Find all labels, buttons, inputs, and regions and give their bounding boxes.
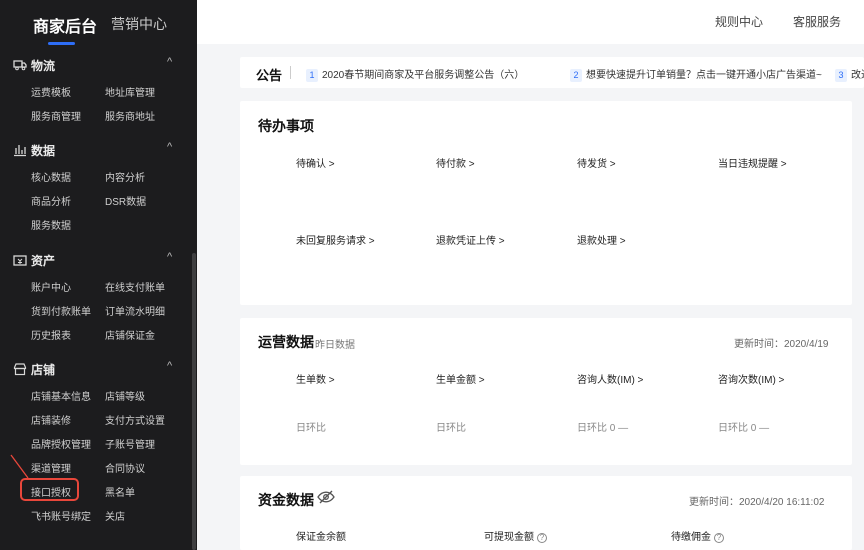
tab-marketing-center[interactable]: 营销中心	[111, 14, 167, 34]
funds-metric-label: 可提现金额	[484, 532, 534, 543]
funds-metric-label: 待缴佣金	[671, 532, 711, 543]
eye-off-icon[interactable]	[317, 490, 335, 504]
sidebar-item[interactable]: 店铺保证金	[105, 327, 155, 342]
notice-number: 1	[306, 69, 318, 82]
sidebar-item[interactable]: 黑名单	[105, 484, 135, 499]
funds-card: 资金数据 更新时间：2020/4/20 16:11:02 保证金余额 可提现金额…	[240, 476, 852, 550]
notice-text: 改进	[851, 70, 864, 81]
help-icon[interactable]: ?	[714, 533, 724, 543]
annotation-arrow	[10, 454, 29, 479]
funds-metric-deposit: 保证金余额	[296, 532, 346, 543]
sidebar-item[interactable]: 店铺基本信息	[31, 388, 91, 403]
sidebar-item[interactable]: 合同协议	[105, 460, 145, 475]
ops-updated-time: 更新时间：2020/4/19	[734, 339, 829, 350]
top-bar: 规则中心 客服服务	[197, 0, 864, 44]
chevron-up-icon[interactable]: ^	[167, 56, 172, 68]
ops-metric[interactable]: 生单数 >	[296, 371, 335, 386]
ops-card: 运营数据 昨日数据 更新时间：2020/4/19 生单数 > 生单金额 > 咨询…	[240, 318, 852, 465]
todo-link[interactable]: 待付款 >	[436, 155, 475, 170]
funds-updated-time: 更新时间：2020/4/20 16:11:02	[689, 497, 825, 508]
sidebar-item[interactable]: 订单流水明细	[105, 303, 165, 318]
funds-title: 资金数据	[258, 492, 314, 508]
todo-link[interactable]: 未回复服务请求 >	[296, 232, 375, 247]
chevron-up-icon[interactable]: ^	[167, 251, 172, 263]
divider	[290, 66, 291, 79]
sidebar-item[interactable]: 内容分析	[105, 169, 145, 184]
todo-link[interactable]: 退款凭证上传 >	[436, 232, 505, 247]
funds-metric-commission: 待缴佣金?	[671, 528, 724, 543]
rules-center-link[interactable]: 规则中心	[715, 13, 763, 30]
chevron-up-icon[interactable]: ^	[167, 141, 172, 153]
chevron-up-icon[interactable]: ^	[167, 360, 172, 372]
sidebar-item[interactable]: 货到付款账单	[31, 303, 91, 318]
sidebar-item[interactable]: 飞书账号绑定	[31, 508, 91, 523]
notice-item[interactable]: 2 想要快速提升订单销量？点击一键开通小店广告渠道~	[570, 66, 822, 82]
ops-compare: 日环比 0 —	[718, 423, 770, 434]
notice-number: 2	[570, 69, 582, 82]
ops-metric[interactable]: 咨询人数(IM) >	[577, 371, 643, 386]
sidebar-item[interactable]: DSR数据	[105, 193, 146, 208]
ops-compare: 日环比	[436, 423, 466, 434]
notice-bar: 公告 1 2020春节期间商家及平台服务调整公告（六） 2 想要快速提升订单销量？点…	[240, 57, 864, 88]
notice-item[interactable]: 1 2020春节期间商家及平台服务调整公告（六）	[306, 66, 524, 82]
sidebar-item[interactable]: 支付方式设置	[105, 412, 165, 427]
ops-metric[interactable]: 生单金额 >	[436, 371, 485, 386]
ops-title: 运营数据	[258, 334, 314, 350]
todo-link[interactable]: 待发货 >	[577, 155, 616, 170]
todo-link[interactable]: 当日违规提醒 >	[718, 155, 787, 170]
sidebar-item[interactable]: 子账号管理	[105, 436, 155, 451]
sidebar-scrollbar[interactable]	[192, 253, 196, 550]
todo-link[interactable]: 待确认 >	[296, 155, 335, 170]
sidebar-item[interactable]: 关店	[105, 508, 125, 523]
notice-text: 2020春节期间商家及平台服务调整公告（六）	[322, 70, 525, 81]
sidebar: 商家后台 营销中心 物流 ^ 运费模板 地址库管理 服务商管理 服务商地址 数据…	[0, 0, 197, 550]
ops-compare: 日环比	[296, 423, 326, 434]
active-tab-underline	[48, 42, 75, 45]
todo-title: 待办事项	[258, 118, 314, 134]
ops-subtitle: 昨日数据	[315, 340, 355, 351]
help-icon[interactable]: ?	[537, 533, 547, 543]
ops-compare: 日环比 0 —	[577, 423, 629, 434]
todo-card: 待办事项 待确认 > 待付款 > 待发货 > 当日违规提醒 > 未回复服务请求 …	[240, 101, 852, 305]
notice-text: 想要快速提升订单销量？点击一键开通小店广告渠道~	[586, 70, 822, 81]
sidebar-item[interactable]: 店铺等级	[105, 388, 145, 403]
todo-link[interactable]: 退款处理 >	[577, 232, 626, 247]
ops-metric[interactable]: 咨询次数(IM) >	[718, 371, 784, 386]
customer-service-link[interactable]: 客服服务	[793, 13, 841, 30]
funds-metric-withdrawable: 可提现金额?	[484, 528, 547, 543]
sidebar-item[interactable]: 品牌授权管理	[31, 436, 91, 451]
tab-merchant-backend[interactable]: 商家后台	[33, 13, 97, 37]
sidebar-item[interactable]: 服务商地址	[105, 108, 155, 123]
sidebar-item[interactable]: 地址库管理	[105, 84, 155, 99]
notice-title: 公告	[256, 68, 283, 83]
notice-number: 3	[835, 69, 847, 82]
sidebar-item[interactable]: 在线支付账单	[105, 279, 165, 294]
notice-item[interactable]: 3 改进	[835, 66, 864, 82]
